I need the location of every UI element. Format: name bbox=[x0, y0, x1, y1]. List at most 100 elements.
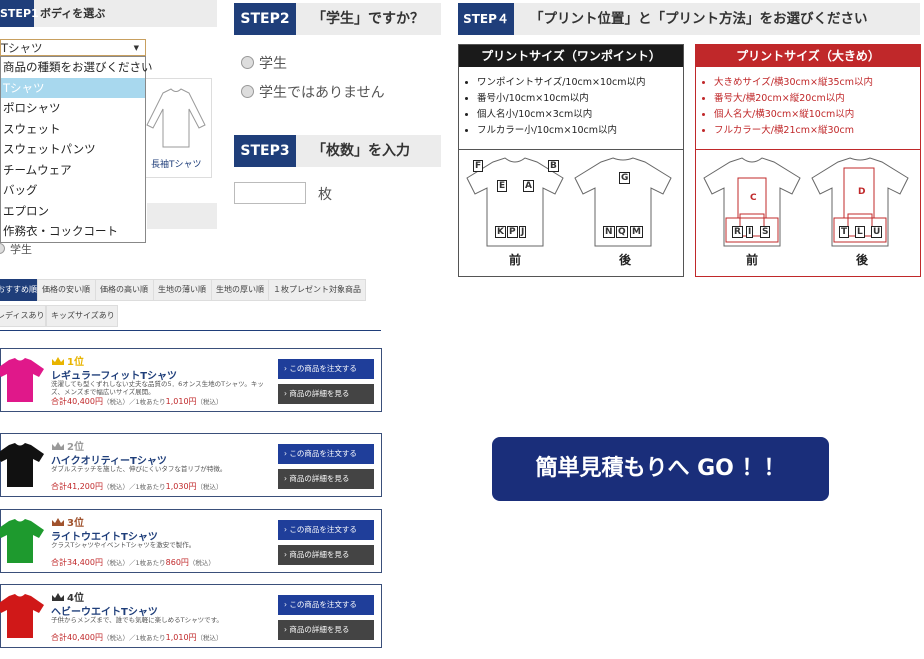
order-button[interactable]: › この商品を注文する bbox=[278, 520, 374, 540]
price-unit-tax: （税込） bbox=[196, 398, 223, 406]
price-tax: （税込）／1枚あたり bbox=[103, 634, 166, 642]
body-type-select[interactable]: Tシャツ ▼ bbox=[0, 39, 146, 56]
dropdown-option[interactable]: ポロシャツ bbox=[1, 98, 145, 119]
product-thumb[interactable]: 長袖Tシャツ bbox=[140, 78, 212, 178]
detail-button[interactable]: › 商品の詳細を見る bbox=[278, 620, 374, 640]
detail-button[interactable]: › 商品の詳細を見る bbox=[278, 384, 374, 404]
product-card[interactable]: 2位 ハイクオリティーTシャツ ダブルステッチを施した、伸びにくいタフな首リブが特徴… bbox=[0, 433, 382, 497]
list-item: フルカラー大/横21cm×縦30cm bbox=[714, 123, 920, 139]
print-size-small-box[interactable]: プリントサイズ（ワンポイント） ワンポイントサイズ/10cm×10cm以内 番号… bbox=[458, 44, 684, 277]
product-desc: 子供からメンズまで、誰でも気軽に楽しめるTシャツです。 bbox=[51, 616, 223, 624]
back-label: 後 bbox=[856, 253, 869, 267]
print-small-list: ワンポイントサイズ/10cm×10cm以内 番号小/10cm×10cm以内 個人… bbox=[459, 75, 683, 139]
mark-r: R bbox=[732, 226, 743, 238]
mark-l: L bbox=[855, 226, 865, 238]
dropdown-option[interactable]: バッグ bbox=[1, 180, 145, 201]
step2-title: 「学生」ですか？ bbox=[312, 11, 424, 27]
quantity-input[interactable] bbox=[234, 182, 306, 204]
order-button[interactable]: › この商品を注文する bbox=[278, 444, 374, 464]
front-label: 前 bbox=[746, 253, 759, 267]
order-button[interactable]: › この商品を注文する bbox=[278, 359, 374, 379]
product-card[interactable]: 4位 ヘビーウエイトTシャツ 子供からメンズまで、誰でも気軽に楽しめるTシャツです。… bbox=[0, 584, 382, 648]
dropdown-header: 商品の種類をお選びください bbox=[3, 60, 153, 74]
list-item: 大きめサイズ/横30cm×縦35cm以内 bbox=[714, 75, 920, 91]
price-total: 合計40,400円 bbox=[51, 633, 103, 642]
product-price: 合計40,400円（税込）／1枚あたり1,010円（税込） bbox=[51, 396, 223, 407]
sort-button[interactable]: 価格の高い順 bbox=[95, 279, 157, 301]
price-unit-tax: （税込） bbox=[188, 559, 215, 567]
mark-p: P bbox=[507, 226, 518, 238]
price-unit: 1,030円 bbox=[165, 482, 197, 491]
list-item: ワンポイントサイズ/10cm×10cm以内 bbox=[477, 75, 683, 91]
product-card[interactable]: 3位 ライトウエイトTシャツ クラスTシャツやイベントTシャツを激安で製作。 合計34… bbox=[0, 509, 382, 573]
crown-icon bbox=[52, 357, 64, 365]
radio-student[interactable]: 学生 bbox=[241, 53, 287, 73]
thumb-label: 長袖Tシャツ bbox=[151, 160, 202, 170]
mark-e: E bbox=[497, 180, 508, 192]
step2-bar: STEP2 「学生」ですか？ bbox=[234, 3, 441, 35]
order-button[interactable]: › この商品を注文する bbox=[278, 595, 374, 615]
tshirt-icon bbox=[0, 594, 44, 638]
mark-k: K bbox=[495, 226, 506, 238]
rank-label: 2位 bbox=[51, 438, 84, 453]
price-unit: 1,010円 bbox=[165, 397, 197, 406]
price-total: 合計41,200円 bbox=[51, 482, 103, 491]
tshirt-icon bbox=[0, 358, 44, 402]
body-type-dropdown: 商品の種類をお選びください Tシャツ ポロシャツ スウェット スウェットパンツ チームウ… bbox=[0, 56, 153, 243]
price-total: 合計40,400円 bbox=[51, 397, 103, 406]
sort-button[interactable]: １枚プレゼント対象商品 bbox=[268, 279, 366, 301]
product-price: 合計41,200円（税込）／1枚あたり1,030円（税込） bbox=[51, 481, 223, 492]
mark-a: A bbox=[523, 180, 534, 192]
sort-button[interactable]: 価格の安い順 bbox=[37, 279, 99, 301]
radio-icon bbox=[0, 243, 5, 254]
list-item: 個人名大/横30cm×縦10cm以内 bbox=[714, 107, 920, 123]
dropdown-option[interactable]: エプロン bbox=[1, 201, 145, 222]
product-desc: ダブルステッチを施した、伸びにくいタフな首リブが特徴。 bbox=[51, 465, 227, 473]
product-desc: クラスTシャツやイベントTシャツを激安で製作。 bbox=[51, 541, 196, 549]
product-card[interactable]: 1位 レギュラーフィットTシャツ 洗濯しても型くずれしない丈夫な品質の5．6オンス生… bbox=[0, 348, 382, 412]
step1-title: ボディを選ぶ bbox=[40, 7, 106, 20]
mark-j: J bbox=[519, 226, 527, 238]
long-sleeve-shirt-icon bbox=[146, 88, 206, 148]
step1-radio-student[interactable]: 学生 bbox=[0, 241, 32, 257]
tshirt-icon bbox=[0, 443, 44, 487]
rank-label: 1位 bbox=[51, 353, 84, 368]
step3-title: 「枚数」を入力 bbox=[312, 143, 410, 159]
mark-f: F bbox=[473, 160, 484, 172]
dropdown-option[interactable]: チームウェア bbox=[1, 160, 145, 181]
mark-u: U bbox=[871, 226, 883, 238]
quick-estimate-button[interactable]: 簡単見積もりへ GO ！！ bbox=[492, 437, 829, 501]
quantity-unit: 枚 bbox=[318, 187, 332, 203]
list-item: 番号大/横20cm×縦20cm以内 bbox=[714, 91, 920, 107]
dropdown-option[interactable]: 作務衣・コックコート bbox=[1, 221, 145, 242]
print-size-large-box[interactable]: プリントサイズ（大きめ） 大きめサイズ/横30cm×縦35cm以内 番号大/横2… bbox=[695, 44, 921, 277]
sort-button[interactable]: 生地の薄い順 bbox=[153, 279, 215, 301]
radio-not-student[interactable]: 学生ではありません bbox=[241, 82, 385, 102]
price-tax: （税込）／1枚あたり bbox=[103, 398, 166, 406]
dropdown-option[interactable]: スウェット bbox=[1, 119, 145, 140]
crown-icon bbox=[52, 518, 64, 526]
front-label: 前 bbox=[509, 253, 522, 267]
step1-bar: STEP1 ボディを選ぶ bbox=[0, 0, 217, 27]
mark-q: Q bbox=[616, 226, 628, 238]
list-item: フルカラー小/10cm×10cm以内 bbox=[477, 123, 683, 139]
sort-divider bbox=[0, 330, 381, 331]
filter-button[interactable]: キッズサイズあり bbox=[46, 305, 118, 327]
print-small-diagram: F B E A G K P J N Q M 前 後 bbox=[459, 149, 683, 276]
mark-b: B bbox=[548, 160, 559, 172]
rank-label: 3位 bbox=[51, 514, 84, 529]
step3-tag: STEP3 bbox=[234, 135, 296, 167]
sort-button[interactable]: 生地の厚い順 bbox=[211, 279, 272, 301]
detail-button[interactable]: › 商品の詳細を見る bbox=[278, 469, 374, 489]
detail-button[interactable]: › 商品の詳細を見る bbox=[278, 545, 374, 565]
dropdown-option[interactable]: Tシャツ bbox=[1, 77, 145, 98]
mark-d: D bbox=[856, 186, 868, 198]
sort-button[interactable]: おすすめ順 bbox=[0, 279, 38, 301]
step1-sub-bar bbox=[147, 203, 217, 229]
filter-button[interactable]: レディスあり bbox=[0, 305, 46, 327]
crown-icon bbox=[52, 442, 64, 450]
price-unit-tax: （税込） bbox=[196, 483, 223, 491]
price-tax: （税込）／1枚あたり bbox=[103, 483, 166, 491]
dropdown-option[interactable]: スウェットパンツ bbox=[1, 139, 145, 160]
step4-tag: STEP４ bbox=[458, 3, 514, 35]
